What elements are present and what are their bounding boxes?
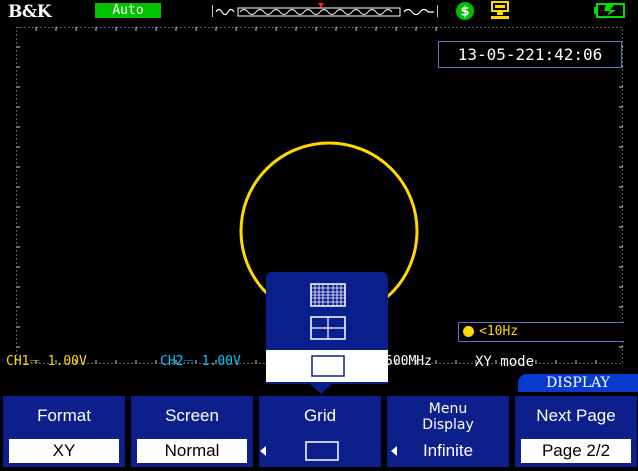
datetime-display: 13-05-221:42:06 [438,41,622,68]
popup-pointer [310,384,332,394]
softkey-label: Menu Display [422,401,474,433]
grid-option-selected[interactable] [266,350,388,382]
softkey-label: Format [37,406,91,425]
sample-rate: 500MHz [385,354,432,369]
softkey-label: Next Page [536,406,616,425]
menu-title: DISPLAY [518,374,638,392]
grid-options-popup [266,272,388,384]
frequency-counter: <10Hz [458,322,624,342]
softkey-value: Page 2/2 [521,439,631,463]
no-grid-icon [305,441,339,461]
left-arrow-icon [260,446,266,456]
cross-grid-icon[interactable] [298,315,358,341]
xy-mode-label: XY mode [475,354,535,370]
softkey-value: Normal [137,439,247,463]
softkey-screen[interactable]: Screen Normal [131,396,253,467]
frequency-value: <10Hz [479,324,519,339]
softkey-value: Infinite [422,441,474,460]
softkey-menu-display[interactable]: Menu Display Infinite [387,396,509,467]
softkey-label: Grid [303,406,337,425]
oscilloscope-screen: B&K Auto $ 13-05-221:42:06 <10Hz CH1⎓ 1.… [0,0,638,471]
full-grid-icon[interactable] [298,282,358,308]
softkey-grid[interactable]: Grid [259,396,381,467]
ch1-scale: CH1⎓ 1.00V [6,354,87,369]
softkey-label: Screen [165,406,219,425]
softkey-value: XY [9,439,119,463]
no-grid-icon [311,355,345,377]
softkey-format[interactable]: Format XY [3,396,125,467]
frequency-icon [463,326,474,337]
softkey-next-page[interactable]: Next Page Page 2/2 [515,396,637,467]
ch2-scale: CH2⎓ 1.00V [160,354,241,369]
